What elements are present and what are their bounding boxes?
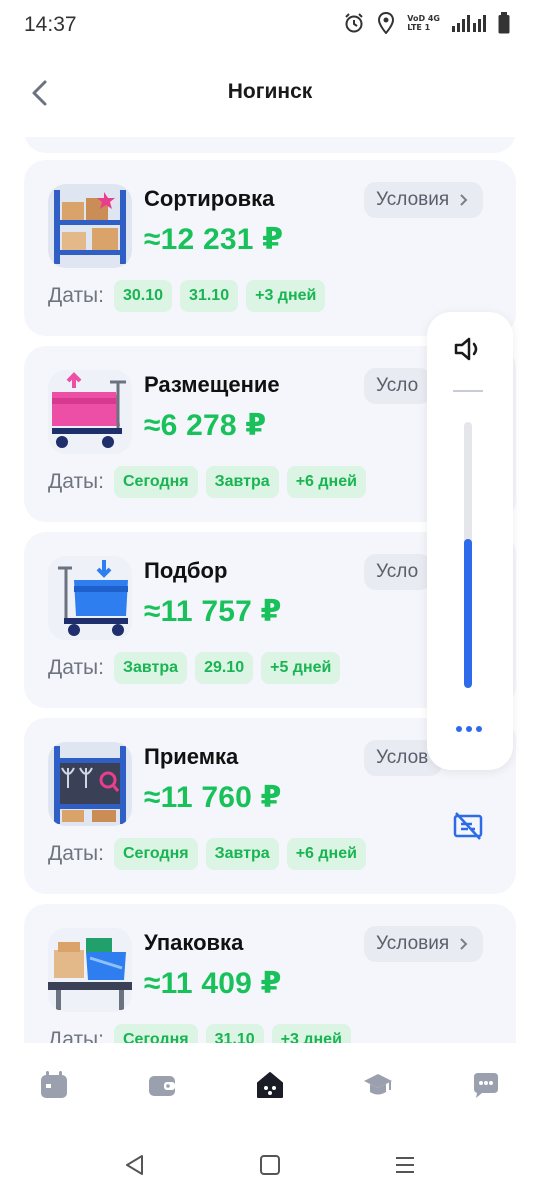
conditions-button[interactable]: Усло	[364, 368, 433, 404]
system-home-icon[interactable]	[257, 1153, 283, 1177]
volume-panel	[427, 312, 513, 770]
network-type: VoD 4G LTE 1	[407, 14, 440, 32]
volume-slider[interactable]	[464, 422, 472, 688]
network-bottom: LTE 1	[407, 23, 431, 32]
chat-icon[interactable]	[470, 1069, 502, 1101]
conditions-label: Условия	[376, 933, 450, 954]
date-chip[interactable]: Завтра	[205, 466, 279, 498]
app-header: Ногинск	[0, 60, 540, 130]
card-title: Сортировка	[144, 186, 275, 211]
system-menu-icon[interactable]	[392, 1153, 418, 1177]
date-chip-more[interactable]: +6 дней	[286, 466, 366, 498]
dates-label: Даты:	[48, 842, 104, 865]
chevron-right-icon	[460, 938, 468, 950]
date-chip[interactable]: 31.10	[205, 1024, 264, 1043]
date-chip[interactable]: 31.10	[180, 280, 239, 312]
date-chip[interactable]: Завтра	[114, 652, 188, 684]
card-price: ≈11 757 ₽	[144, 595, 282, 628]
shelf-glasses-icon	[48, 742, 132, 826]
date-chip-more[interactable]: +5 дней	[261, 652, 341, 684]
conditions-label: Усло	[376, 375, 419, 396]
cart-blue-icon	[48, 556, 132, 640]
date-chip[interactable]: 29.10	[195, 652, 254, 684]
panel-divider	[453, 390, 483, 392]
dates-row: Даты: Сегодня 31.10 +3 дней	[48, 1024, 351, 1043]
card-sortirovka[interactable]: Сортировка ≈12 231 ₽ Условия Даты: 30.10…	[24, 160, 516, 336]
graduation-cap-icon[interactable]	[362, 1069, 394, 1101]
conditions-button[interactable]: Условия	[364, 926, 484, 962]
card-price: ≈11 760 ₽	[144, 781, 282, 814]
calendar-icon[interactable]	[38, 1069, 70, 1101]
date-chip-more[interactable]: +3 дней	[246, 280, 326, 312]
date-chip[interactable]: Сегодня	[114, 1024, 198, 1043]
dates-row: Даты: Сегодня Завтра +6 дней	[48, 838, 366, 870]
home-icon[interactable]	[254, 1069, 286, 1101]
warehouse-shelf-icon	[48, 184, 132, 268]
conditions-label: Условия	[376, 189, 450, 210]
dates-label: Даты:	[48, 1028, 104, 1043]
status-time: 14:37	[24, 13, 77, 36]
cart-pink-icon	[48, 370, 132, 454]
card-price: ≈12 231 ₽	[144, 223, 284, 256]
page-title: Ногинск	[227, 80, 313, 103]
card-title: Подбор	[144, 558, 228, 583]
dates-row: Даты: Завтра 29.10 +5 дней	[48, 652, 341, 684]
conditions-label: Услов	[376, 747, 429, 768]
location-icon	[378, 12, 395, 34]
card-upakovka[interactable]: Упаковка ≈11 409 ₽ Условия Даты: Сегодня…	[24, 904, 516, 1043]
status-bar: 14:37 VoD 4G LTE 1	[0, 0, 540, 50]
card-title: Приемка	[144, 744, 239, 769]
battery-icon	[498, 12, 510, 34]
system-nav-bar	[0, 1131, 540, 1200]
system-back-icon[interactable]	[122, 1153, 148, 1177]
network-top: VoD 4G	[407, 14, 440, 23]
bottom-nav	[0, 1043, 540, 1131]
conditions-label: Усло	[376, 561, 419, 582]
dates-row: Даты: 30.10 31.10 +3 дней	[48, 280, 326, 312]
dates-label: Даты:	[48, 470, 104, 493]
wallet-icon[interactable]	[146, 1069, 178, 1101]
date-chip[interactable]: Сегодня	[114, 466, 198, 498]
conditions-button[interactable]: Усло	[364, 554, 433, 590]
date-chip[interactable]: Сегодня	[114, 838, 198, 870]
alarm-icon	[345, 13, 363, 33]
previous-card-edge	[24, 137, 516, 153]
signal-icon	[452, 15, 486, 32]
more-dots-icon[interactable]	[454, 724, 484, 734]
dates-label: Даты:	[48, 656, 104, 679]
card-price: ≈6 278 ₽	[144, 409, 267, 442]
date-chip-more[interactable]: +3 дней	[271, 1024, 351, 1043]
conditions-button[interactable]: Условия	[364, 182, 484, 218]
packing-table-icon	[48, 928, 132, 1012]
status-icons: VoD 4G LTE 1	[343, 12, 510, 34]
date-chip[interactable]: Завтра	[205, 838, 279, 870]
captions-off-icon[interactable]	[452, 810, 484, 840]
card-title: Упаковка	[144, 930, 244, 955]
dates-row: Даты: Сегодня Завтра +6 дней	[48, 466, 366, 498]
card-price: ≈11 409 ₽	[144, 967, 282, 1000]
date-chip-more[interactable]: +6 дней	[286, 838, 366, 870]
date-chip[interactable]: 30.10	[114, 280, 173, 312]
dates-label: Даты:	[48, 284, 104, 307]
volume-slider-fill	[464, 539, 472, 688]
chevron-right-icon	[460, 194, 468, 206]
card-title: Размещение	[144, 372, 280, 397]
speaker-icon[interactable]	[453, 334, 485, 364]
